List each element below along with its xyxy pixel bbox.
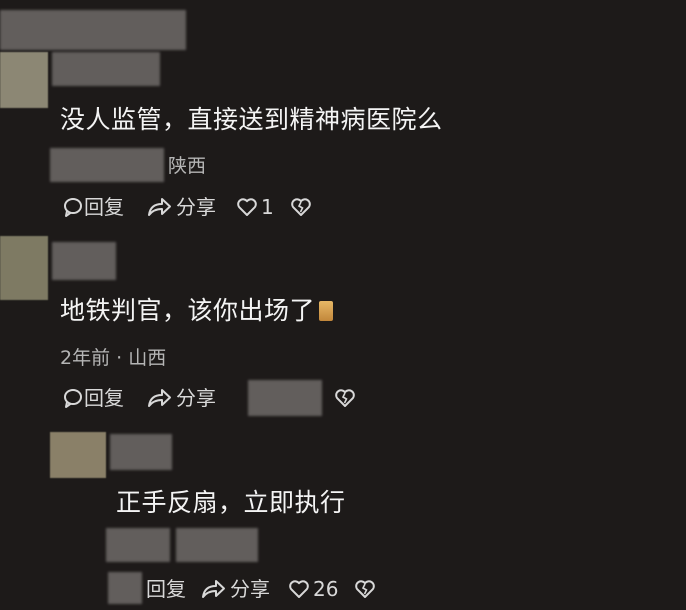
like-count-redacted[interactable] bbox=[248, 380, 322, 416]
share-arrow-icon bbox=[202, 580, 225, 598]
broken-heart-icon bbox=[355, 580, 376, 598]
comment-actions: 回复 分享 26 bbox=[146, 576, 376, 602]
comment-bubble-icon bbox=[64, 389, 82, 408]
like-button[interactable]: 1 bbox=[236, 194, 274, 220]
meta-redacted bbox=[106, 528, 170, 562]
timestamp-redacted bbox=[50, 148, 164, 182]
comment-text-content: 地铁判官，该你出场了 bbox=[60, 296, 316, 325]
dislike-button[interactable] bbox=[290, 197, 312, 217]
comment-text: 正手反扇，立即执行 bbox=[116, 488, 346, 517]
avatar[interactable] bbox=[0, 236, 48, 300]
emoji-icon bbox=[319, 301, 334, 321]
username-redacted[interactable] bbox=[110, 434, 172, 470]
share-button[interactable]: 分享 bbox=[146, 385, 216, 411]
meta-redacted bbox=[176, 528, 258, 562]
heart-icon bbox=[289, 580, 309, 598]
like-count: 26 bbox=[313, 577, 339, 601]
icon-redacted bbox=[108, 572, 142, 604]
reply-button[interactable]: 回复 bbox=[62, 194, 124, 220]
reply-button[interactable]: 回复 bbox=[146, 576, 186, 602]
comment-text: 地铁判官，该你出场了 bbox=[60, 296, 334, 326]
like-button[interactable]: 26 bbox=[288, 576, 338, 602]
broken-heart-icon bbox=[290, 198, 311, 216]
comment-meta: 2年前 · 山西 bbox=[60, 347, 167, 369]
share-button[interactable]: 分享 bbox=[146, 194, 216, 220]
avatar[interactable] bbox=[0, 52, 48, 108]
dislike-button[interactable] bbox=[354, 579, 376, 599]
share-label: 分享 bbox=[176, 386, 216, 410]
username-redacted[interactable] bbox=[52, 242, 116, 280]
broken-heart-icon bbox=[335, 389, 355, 407]
comment-actions: 回复 分享 bbox=[62, 385, 216, 411]
dislike-button[interactable] bbox=[334, 388, 356, 408]
share-label: 分享 bbox=[176, 195, 216, 219]
reply-label: 回复 bbox=[84, 386, 124, 410]
like-count: 1 bbox=[261, 195, 274, 219]
username-redacted[interactable] bbox=[52, 52, 160, 86]
share-arrow-icon bbox=[148, 389, 171, 407]
comment-text: 没人监管，直接送到精神病医院么 bbox=[60, 105, 443, 134]
reply-label: 回复 bbox=[146, 577, 186, 601]
blurred-top-bar bbox=[0, 10, 186, 50]
avatar[interactable] bbox=[50, 432, 106, 478]
share-label: 分享 bbox=[230, 577, 270, 601]
comment-actions: 回复 分享 1 bbox=[62, 194, 312, 220]
share-arrow-icon bbox=[148, 198, 171, 216]
heart-icon bbox=[237, 198, 257, 216]
reply-label: 回复 bbox=[84, 195, 124, 219]
comment-bubble-icon bbox=[64, 198, 82, 217]
share-button[interactable]: 分享 bbox=[200, 576, 270, 602]
reply-button[interactable]: 回复 bbox=[62, 385, 124, 411]
comment-location: 陕西 bbox=[168, 155, 207, 177]
